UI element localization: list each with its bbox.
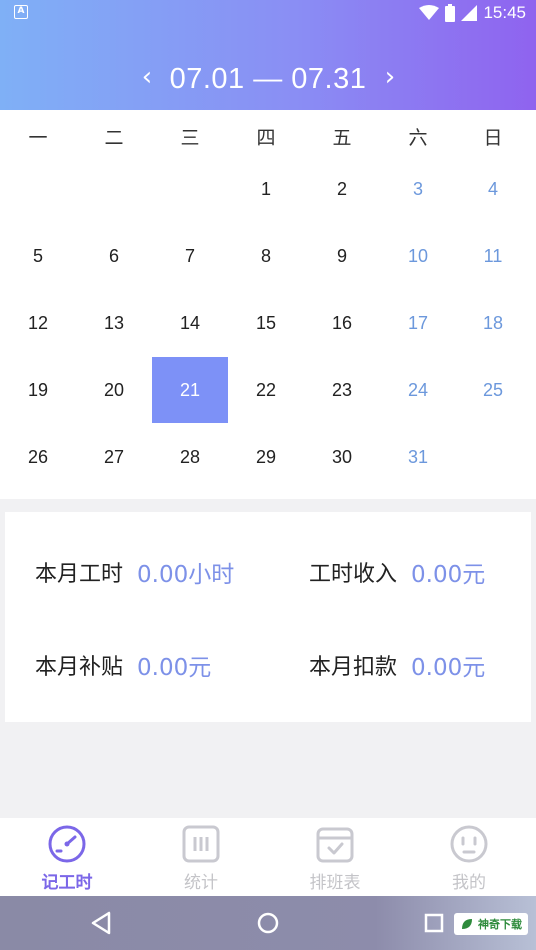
- income-value: 0.00元: [411, 562, 486, 588]
- calendar-day[interactable]: 13: [76, 290, 152, 356]
- calendar-day[interactable]: 16: [304, 290, 380, 356]
- tab-stats[interactable]: 统计: [134, 818, 268, 896]
- calendar-day[interactable]: 4: [455, 156, 531, 222]
- status-bar: A 15:45: [0, 0, 536, 26]
- status-time: 15:45: [483, 3, 526, 22]
- month-navigator: 07.01 — 07.31 ‹ ›: [0, 58, 536, 100]
- weekday-header: 一 二 三 四 五 六 日: [0, 120, 536, 156]
- calendar-day[interactable]: 22: [228, 357, 304, 423]
- calendar-day[interactable]: 5: [0, 223, 76, 289]
- calendar-day[interactable]: 8: [228, 223, 304, 289]
- calendar-day[interactable]: 1: [228, 156, 304, 222]
- calendar-day[interactable]: 7: [152, 223, 228, 289]
- app-notification-icon: A: [14, 5, 28, 19]
- hours-stat: 本月工时 0.00小时: [35, 552, 234, 592]
- calendar-check-icon: [316, 827, 354, 863]
- calendar-day[interactable]: 30: [304, 424, 380, 490]
- calendar-day[interactable]: 29: [228, 424, 304, 490]
- calendar-day[interactable]: 12: [0, 290, 76, 356]
- tab-schedule-label: 排班表: [309, 873, 361, 893]
- home-icon[interactable]: [250, 905, 286, 941]
- weekday-sat: 六: [408, 127, 428, 149]
- calendar-day[interactable]: 20: [76, 357, 152, 423]
- tab-profile[interactable]: 我的: [402, 818, 536, 896]
- month-range-title: 07.01 — 07.31: [169, 63, 367, 95]
- tab-record-hours[interactable]: 记工时: [0, 818, 134, 896]
- income-stat: 工时收入 0.00元: [309, 552, 485, 592]
- calendar-day[interactable]: 6: [76, 223, 152, 289]
- calendar-day[interactable]: 25: [455, 357, 531, 423]
- income-label: 工时收入: [309, 562, 398, 587]
- calendar-day[interactable]: 2: [304, 156, 380, 222]
- calendar-grid: 一 二 三 四 五 六 日 1 2 3 4 5 6 7 8 9 10 11 12 13 14 15 16 17 1…: [0, 110, 536, 499]
- weekday-sun: 日: [483, 127, 503, 149]
- battery-icon: [445, 4, 456, 22]
- calendar-day[interactable]: 15: [228, 290, 304, 356]
- hours-value: 0.00小时: [137, 562, 235, 588]
- allowance-stat: 本月补贴 0.00元: [35, 645, 211, 685]
- calendar-day[interactable]: 24: [380, 357, 456, 423]
- smiley-icon: [450, 825, 488, 863]
- calendar-day-selected[interactable]: 21: [152, 357, 228, 423]
- tab-profile-label: 我的: [452, 873, 486, 893]
- calendar-day[interactable]: 19: [0, 357, 76, 423]
- header: A 15:45 07.01 — 07.31 ‹ ›: [0, 0, 536, 110]
- weekday-tue: 二: [104, 127, 124, 149]
- weekday-fri: 五: [332, 127, 352, 149]
- recents-icon[interactable]: [416, 905, 452, 941]
- prev-month-button[interactable]: ‹: [132, 60, 162, 96]
- allowance-value: 0.00元: [137, 655, 212, 681]
- hours-label: 本月工时: [35, 562, 124, 587]
- back-icon[interactable]: [84, 905, 120, 941]
- tab-stats-label: 统计: [184, 873, 218, 893]
- system-navigation-bar: 神奇下载: [0, 896, 536, 950]
- monthly-summary: 本月工时 0.00小时 工时收入 0.00元 本月补贴 0.00元 本月扣款 0…: [5, 512, 531, 722]
- stats-icon: [182, 825, 220, 863]
- next-month-button[interactable]: ›: [375, 60, 405, 96]
- weekday-wed: 三: [180, 127, 200, 149]
- calendar-day[interactable]: 26: [0, 424, 76, 490]
- calendar-day[interactable]: 9: [304, 223, 380, 289]
- calendar-day[interactable]: 11: [455, 223, 531, 289]
- watermark: 神奇下载: [454, 913, 528, 935]
- weekday-mon: 一: [28, 127, 48, 149]
- calendar-day[interactable]: 27: [76, 424, 152, 490]
- deduction-stat: 本月扣款 0.00元: [309, 645, 485, 685]
- status-right: 15:45: [419, 3, 526, 23]
- signal-icon: [461, 5, 478, 21]
- watermark-text: 神奇下载: [478, 918, 522, 931]
- allowance-label: 本月补贴: [35, 655, 124, 680]
- leaf-logo-icon: [462, 919, 472, 929]
- calendar-day[interactable]: 10: [380, 223, 456, 289]
- gauge-icon: [48, 825, 86, 863]
- calendar-day[interactable]: 14: [152, 290, 228, 356]
- weekday-thu: 四: [256, 127, 276, 149]
- wifi-icon: [419, 5, 440, 20]
- tab-schedule[interactable]: 排班表: [268, 818, 402, 896]
- tab-record-hours-label: 记工时: [41, 873, 93, 893]
- calendar-day[interactable]: 31: [380, 424, 456, 490]
- deduction-value: 0.00元: [411, 655, 486, 681]
- calendar-day[interactable]: 23: [304, 357, 380, 423]
- calendar-day[interactable]: 28: [152, 424, 228, 490]
- calendar-day[interactable]: 17: [380, 290, 456, 356]
- calendar-day[interactable]: 18: [455, 290, 531, 356]
- bottom-tab-bar: 记工时 统计 排班表 我的: [0, 818, 536, 896]
- calendar-day[interactable]: 3: [380, 156, 456, 222]
- deduction-label: 本月扣款: [309, 655, 398, 680]
